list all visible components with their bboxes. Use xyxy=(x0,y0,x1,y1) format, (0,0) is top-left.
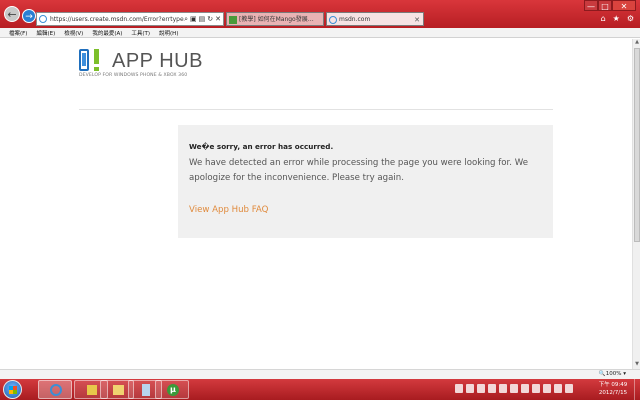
favorites-icon[interactable]: ★ xyxy=(613,14,620,23)
taskbar-ie[interactable] xyxy=(38,380,72,399)
ie-page-icon xyxy=(39,15,47,23)
compat-icon[interactable]: ▤ xyxy=(199,15,206,24)
app-icon xyxy=(87,385,97,395)
logo-title: APP HUB xyxy=(112,50,203,72)
menu-edit[interactable]: 編輯(E) xyxy=(36,29,55,37)
show-desktop-button[interactable] xyxy=(634,379,640,400)
menu-bar: 檔案(F) 編輯(E) 檢視(V) 我的最愛(A) 工具(T) 說明(H) xyxy=(0,28,640,38)
menu-tools[interactable]: 工具(T) xyxy=(131,29,150,37)
tray-expand-icon[interactable] xyxy=(521,384,529,393)
header-divider xyxy=(79,109,553,110)
settings-icon[interactable]: ⚙ xyxy=(627,14,634,23)
menu-favorites[interactable]: 我的最愛(A) xyxy=(92,29,122,37)
error-message: We have detected an error while processi… xyxy=(189,158,528,183)
address-bar[interactable]: https://users.create.msdn.com/Error?errt… xyxy=(36,12,224,26)
tray-settings-icon[interactable] xyxy=(499,384,507,393)
refresh-icon[interactable]: ↻ xyxy=(207,15,213,24)
tray-keyboard-icon[interactable] xyxy=(488,384,496,393)
document-icon xyxy=(142,384,150,396)
search-icon[interactable]: ⌕ xyxy=(184,15,188,24)
error-panel: We�e sorry, an error has occurred. We ha… xyxy=(178,125,553,238)
clock-time: 下午 09:49 xyxy=(598,382,628,388)
maximize-button[interactable]: □ xyxy=(598,0,612,11)
tab-mango-tutorial[interactable]: [教學] 如何在Mango發展… xyxy=(226,12,324,26)
status-bar: 🔍100% ▾ xyxy=(0,369,640,379)
forum-favicon-icon xyxy=(229,16,237,24)
lock-icon[interactable]: ▣ xyxy=(190,15,197,24)
folder-icon xyxy=(113,385,124,395)
tray-app-icon[interactable] xyxy=(477,384,485,393)
vertical-scrollbar[interactable]: ▲ ▼ xyxy=(632,39,640,369)
zoom-control[interactable]: 🔍100% ▾ xyxy=(599,371,626,377)
system-tray xyxy=(455,384,573,393)
close-tab-icon[interactable]: ✕ xyxy=(414,13,420,25)
address-tools: ⌕ ▣ ▤ ↻ ✕ xyxy=(184,15,223,24)
window-controls: — □ ✕ xyxy=(584,0,636,11)
home-icon[interactable]: ⌂ xyxy=(601,14,606,23)
scroll-down-icon[interactable]: ▼ xyxy=(633,361,640,369)
close-window-button[interactable]: ✕ xyxy=(612,0,636,11)
system-clock[interactable]: 下午 09:49 2012/7/15 xyxy=(596,381,630,397)
tray-input-icon[interactable] xyxy=(455,384,463,393)
taskbar-utorrent[interactable]: µ xyxy=(155,380,189,399)
error-heading: We�e sorry, an error has occurred. xyxy=(189,142,334,151)
menu-file[interactable]: 檔案(F) xyxy=(9,29,27,37)
exclamation-icon xyxy=(94,49,99,71)
browser-tools: ⌂ ★ ⚙ xyxy=(601,14,634,23)
taskbar: µ 下午 09:49 2012/7/15 xyxy=(0,379,640,400)
tab-label: [教學] 如何在Mango發展… xyxy=(239,16,314,23)
back-button[interactable]: ← xyxy=(4,6,20,22)
tray-battery-icon[interactable] xyxy=(554,384,562,393)
tray-flag-icon[interactable] xyxy=(532,384,540,393)
utorrent-icon: µ xyxy=(167,384,179,396)
minimize-button[interactable]: — xyxy=(584,0,598,11)
menu-view[interactable]: 檢視(V) xyxy=(64,29,83,37)
clock-date: 2012/7/15 xyxy=(598,390,628,396)
logo-subtitle: DEVELOP FOR WINDOWS PHONE & XBOX 360 xyxy=(79,73,188,78)
browser-title-bar: ← → https://users.create.msdn.com/Error?… xyxy=(0,0,640,28)
scroll-up-icon[interactable]: ▲ xyxy=(633,39,640,47)
tray-volume-icon[interactable] xyxy=(565,384,573,393)
ie-favicon-icon xyxy=(329,16,337,24)
faq-link[interactable]: View App Hub FAQ xyxy=(189,205,268,215)
tray-ime-icon[interactable] xyxy=(466,384,474,393)
ie-icon xyxy=(50,384,62,396)
forward-button[interactable]: → xyxy=(22,9,36,23)
start-button[interactable] xyxy=(3,380,22,399)
menu-help[interactable]: 說明(H) xyxy=(159,29,178,37)
tab-label: msdn.com xyxy=(339,16,371,23)
stop-icon[interactable]: ✕ xyxy=(215,15,221,24)
tray-help-icon[interactable] xyxy=(510,384,518,393)
phone-icon xyxy=(79,49,89,71)
scroll-thumb[interactable] xyxy=(634,48,640,242)
tab-msdn[interactable]: msdn.com ✕ xyxy=(326,12,424,26)
tray-network-icon[interactable] xyxy=(543,384,551,393)
address-url[interactable]: https://users.create.msdn.com/Error?errt… xyxy=(50,16,184,23)
